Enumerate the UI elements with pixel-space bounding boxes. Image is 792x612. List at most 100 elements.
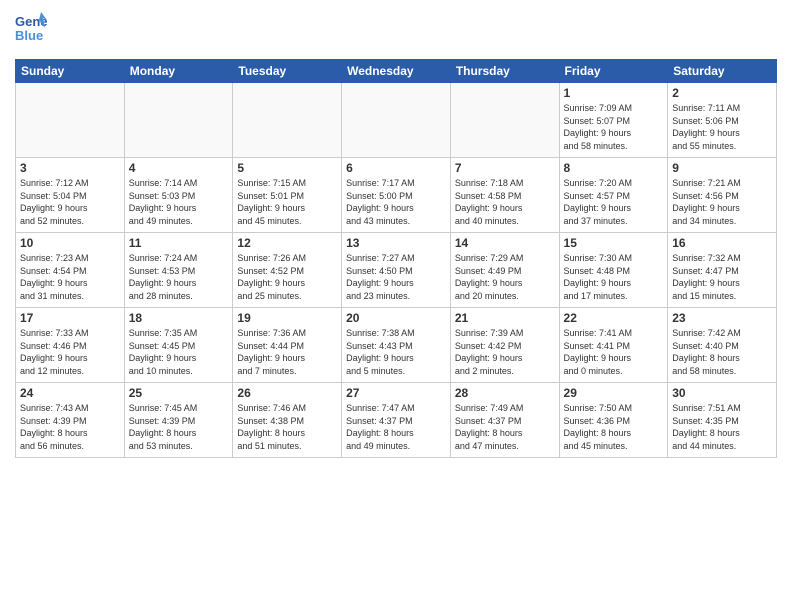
calendar-empty-cell: [16, 83, 125, 158]
calendar-day-cell: 15 Sunrise: 7:30 AM Sunset: 4:48 PM Dayli…: [559, 233, 668, 308]
day-number: 21: [455, 311, 555, 325]
calendar-day-cell: 5 Sunrise: 7:15 AM Sunset: 5:01 PM Daylig…: [233, 158, 342, 233]
calendar-day-cell: 7 Sunrise: 7:18 AM Sunset: 4:58 PM Daylig…: [450, 158, 559, 233]
day-number: 2: [672, 86, 772, 100]
calendar-week-row: 3Sunrise: 7:12 AM Sunset: 5:04 PM Daylig…: [16, 158, 777, 233]
day-info: Sunrise: 7:32 AM Sunset: 4:47 PM Dayligh…: [672, 252, 772, 302]
day-info: Sunrise: 7:41 AM Sunset: 4:41 PM Dayligh…: [564, 327, 664, 377]
calendar-day-cell: 27 Sunrise: 7:47 AM Sunset: 4:37 PM Dayli…: [342, 383, 451, 458]
day-number: 30: [672, 386, 772, 400]
calendar-day-cell: 13 Sunrise: 7:27 AM Sunset: 4:50 PM Dayli…: [342, 233, 451, 308]
day-info: Sunrise: 7:50 AM Sunset: 4:36 PM Dayligh…: [564, 402, 664, 452]
day-number: 5: [237, 161, 337, 175]
calendar-day-cell: 16 Sunrise: 7:32 AM Sunset: 4:47 PM Dayli…: [668, 233, 777, 308]
calendar-week-row: 24Sunrise: 7:43 AM Sunset: 4:39 PM Dayli…: [16, 383, 777, 458]
day-number: 1: [564, 86, 664, 100]
calendar-week-row: 10 Sunrise: 7:23 AM Sunset: 4:54 PM Dayli…: [16, 233, 777, 308]
day-info: Sunrise: 7:14 AM Sunset: 5:03 PM Dayligh…: [129, 177, 229, 227]
day-number: 27: [346, 386, 446, 400]
day-number: 28: [455, 386, 555, 400]
day-info: Sunrise: 7:12 AM Sunset: 5:04 PM Dayligh…: [20, 177, 120, 227]
day-number: 8: [564, 161, 664, 175]
calendar-day-cell: 9 Sunrise: 7:21 AM Sunset: 4:56 PM Daylig…: [668, 158, 777, 233]
weekday-header: Wednesday: [342, 60, 451, 83]
day-number: 13: [346, 236, 446, 250]
day-info: Sunrise: 7:35 AM Sunset: 4:45 PM Dayligh…: [129, 327, 229, 377]
calendar-day-cell: 30 Sunrise: 7:51 AM Sunset: 4:35 PM Dayli…: [668, 383, 777, 458]
day-info: Sunrise: 7:11 AM Sunset: 5:06 PM Dayligh…: [672, 102, 772, 152]
day-number: 16: [672, 236, 772, 250]
day-info: Sunrise: 7:15 AM Sunset: 5:01 PM Dayligh…: [237, 177, 337, 227]
svg-text:Blue: Blue: [15, 28, 43, 43]
day-number: 17: [20, 311, 120, 325]
day-info: Sunrise: 7:49 AM Sunset: 4:37 PM Dayligh…: [455, 402, 555, 452]
weekday-header: Saturday: [668, 60, 777, 83]
calendar-day-cell: 28 Sunrise: 7:49 AM Sunset: 4:37 PM Dayli…: [450, 383, 559, 458]
day-info: Sunrise: 7:21 AM Sunset: 4:56 PM Dayligh…: [672, 177, 772, 227]
day-info: Sunrise: 7:33 AM Sunset: 4:46 PM Dayligh…: [20, 327, 120, 377]
calendar-day-cell: 8 Sunrise: 7:20 AM Sunset: 4:57 PM Daylig…: [559, 158, 668, 233]
day-info: Sunrise: 7:46 AM Sunset: 4:38 PM Dayligh…: [237, 402, 337, 452]
calendar-day-cell: 26Sunrise: 7:46 AM Sunset: 4:38 PM Dayli…: [233, 383, 342, 458]
calendar-day-cell: 2 Sunrise: 7:11 AM Sunset: 5:06 PM Daylig…: [668, 83, 777, 158]
weekday-header: Monday: [124, 60, 233, 83]
calendar-day-cell: 10 Sunrise: 7:23 AM Sunset: 4:54 PM Dayli…: [16, 233, 125, 308]
day-number: 18: [129, 311, 229, 325]
calendar-day-cell: 3Sunrise: 7:12 AM Sunset: 5:04 PM Daylig…: [16, 158, 125, 233]
day-number: 25: [129, 386, 229, 400]
day-number: 6: [346, 161, 446, 175]
logo-icon: General Blue: [15, 10, 47, 46]
day-info: Sunrise: 7:45 AM Sunset: 4:39 PM Dayligh…: [129, 402, 229, 452]
day-info: Sunrise: 7:47 AM Sunset: 4:37 PM Dayligh…: [346, 402, 446, 452]
calendar-empty-cell: [233, 83, 342, 158]
day-info: Sunrise: 7:18 AM Sunset: 4:58 PM Dayligh…: [455, 177, 555, 227]
day-number: 12: [237, 236, 337, 250]
calendar-day-cell: 18 Sunrise: 7:35 AM Sunset: 4:45 PM Dayli…: [124, 308, 233, 383]
calendar-day-cell: 29 Sunrise: 7:50 AM Sunset: 4:36 PM Dayli…: [559, 383, 668, 458]
day-info: Sunrise: 7:36 AM Sunset: 4:44 PM Dayligh…: [237, 327, 337, 377]
weekday-header: Thursday: [450, 60, 559, 83]
day-number: 11: [129, 236, 229, 250]
day-number: 23: [672, 311, 772, 325]
calendar-day-cell: 17 Sunrise: 7:33 AM Sunset: 4:46 PM Dayli…: [16, 308, 125, 383]
weekday-header: Sunday: [16, 60, 125, 83]
calendar-day-cell: 23 Sunrise: 7:42 AM Sunset: 4:40 PM Dayli…: [668, 308, 777, 383]
calendar-week-row: 1 Sunrise: 7:09 AM Sunset: 5:07 PM Daylig…: [16, 83, 777, 158]
weekday-header: Friday: [559, 60, 668, 83]
header: General Blue: [15, 10, 777, 51]
day-info: Sunrise: 7:38 AM Sunset: 4:43 PM Dayligh…: [346, 327, 446, 377]
day-info: Sunrise: 7:20 AM Sunset: 4:57 PM Dayligh…: [564, 177, 664, 227]
calendar-day-cell: 11Sunrise: 7:24 AM Sunset: 4:53 PM Dayli…: [124, 233, 233, 308]
day-info: Sunrise: 7:29 AM Sunset: 4:49 PM Dayligh…: [455, 252, 555, 302]
calendar-day-cell: 19Sunrise: 7:36 AM Sunset: 4:44 PM Dayli…: [233, 308, 342, 383]
day-number: 4: [129, 161, 229, 175]
calendar-day-cell: 25 Sunrise: 7:45 AM Sunset: 4:39 PM Dayli…: [124, 383, 233, 458]
calendar-empty-cell: [450, 83, 559, 158]
day-info: Sunrise: 7:23 AM Sunset: 4:54 PM Dayligh…: [20, 252, 120, 302]
calendar-header-row: SundayMondayTuesdayWednesdayThursdayFrid…: [16, 60, 777, 83]
calendar-day-cell: 22Sunrise: 7:41 AM Sunset: 4:41 PM Dayli…: [559, 308, 668, 383]
day-info: Sunrise: 7:27 AM Sunset: 4:50 PM Dayligh…: [346, 252, 446, 302]
logo: General Blue: [15, 10, 51, 51]
calendar-day-cell: 20Sunrise: 7:38 AM Sunset: 4:43 PM Dayli…: [342, 308, 451, 383]
calendar-day-cell: 6 Sunrise: 7:17 AM Sunset: 5:00 PM Daylig…: [342, 158, 451, 233]
calendar-empty-cell: [124, 83, 233, 158]
day-info: Sunrise: 7:17 AM Sunset: 5:00 PM Dayligh…: [346, 177, 446, 227]
day-number: 15: [564, 236, 664, 250]
day-info: Sunrise: 7:51 AM Sunset: 4:35 PM Dayligh…: [672, 402, 772, 452]
day-info: Sunrise: 7:42 AM Sunset: 4:40 PM Dayligh…: [672, 327, 772, 377]
day-number: 7: [455, 161, 555, 175]
calendar-day-cell: 1 Sunrise: 7:09 AM Sunset: 5:07 PM Daylig…: [559, 83, 668, 158]
day-number: 24: [20, 386, 120, 400]
weekday-header: Tuesday: [233, 60, 342, 83]
calendar-table: SundayMondayTuesdayWednesdayThursdayFrid…: [15, 59, 777, 458]
day-number: 29: [564, 386, 664, 400]
calendar-page: General Blue SundayMondayTuesdayWednesda…: [0, 0, 792, 612]
day-info: Sunrise: 7:09 AM Sunset: 5:07 PM Dayligh…: [564, 102, 664, 152]
day-info: Sunrise: 7:39 AM Sunset: 4:42 PM Dayligh…: [455, 327, 555, 377]
day-number: 10: [20, 236, 120, 250]
day-number: 9: [672, 161, 772, 175]
day-info: Sunrise: 7:26 AM Sunset: 4:52 PM Dayligh…: [237, 252, 337, 302]
day-info: Sunrise: 7:30 AM Sunset: 4:48 PM Dayligh…: [564, 252, 664, 302]
calendar-day-cell: 24Sunrise: 7:43 AM Sunset: 4:39 PM Dayli…: [16, 383, 125, 458]
